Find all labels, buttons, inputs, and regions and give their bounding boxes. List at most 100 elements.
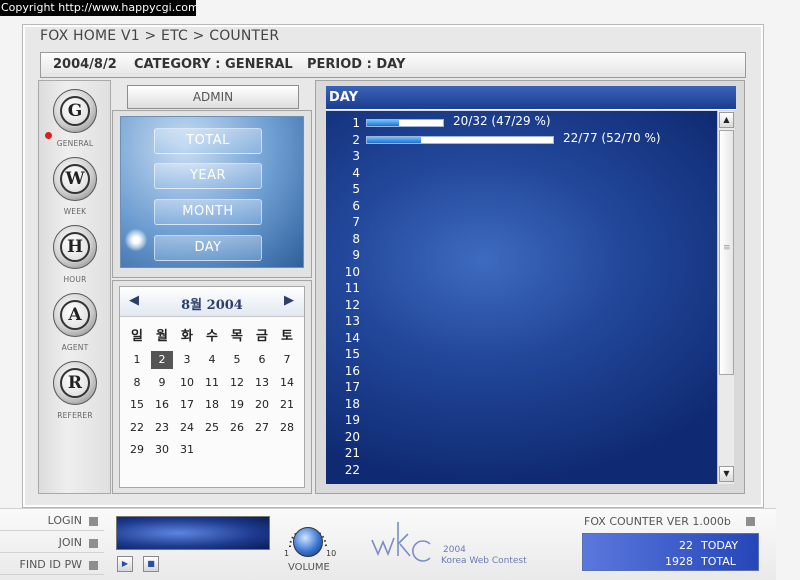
- period-label: PERIOD : DAY: [307, 57, 406, 72]
- calendar-day[interactable]: 8: [126, 374, 148, 392]
- day-row-number: 19: [344, 413, 360, 427]
- find-id-pw-label: FIND ID PW: [19, 558, 83, 571]
- today-label: TODAY: [701, 539, 739, 552]
- volume-label: VOLUME: [288, 562, 330, 573]
- calendar-day[interactable]: 13: [251, 374, 273, 392]
- calendar-day[interactable]: 5: [226, 351, 248, 369]
- calendar-day[interactable]: 6: [251, 351, 273, 369]
- period-month-button[interactable]: MONTH: [154, 199, 262, 225]
- agent-icon: A: [53, 293, 97, 337]
- calendar-day[interactable]: 28: [276, 419, 298, 437]
- grip-icon: ≡: [723, 243, 731, 253]
- calendar-day[interactable]: 9: [151, 374, 173, 392]
- counter-square-icon: [746, 517, 755, 526]
- calendar-weekday: 월: [156, 329, 168, 344]
- scroll-up-icon[interactable]: ▲: [719, 112, 734, 128]
- calendar-day[interactable]: 11: [201, 374, 223, 392]
- day-row-number: 6: [352, 198, 360, 213]
- nav-agent-label: AGENT: [61, 343, 89, 352]
- nav-hour-button[interactable]: H HOUR: [49, 225, 101, 284]
- referer-icon: R: [53, 361, 97, 405]
- day-chart-area: 1 2 3 4 5 6 7 8 9 10 11 12 13 14 15 16 17 18 19 20 21 22 20/32…: [326, 111, 717, 484]
- nav-referer-button[interactable]: R REFERER: [49, 361, 101, 420]
- day-row-number: 21: [344, 446, 360, 460]
- contest-year: 2004: [443, 545, 466, 555]
- today-count: 22: [679, 539, 693, 552]
- calendar-weekday: 금: [256, 329, 268, 344]
- calendar-day[interactable]: 29: [126, 441, 148, 459]
- date-label: 2004/8/2: [53, 57, 117, 72]
- calendar: ◀ 8월 2004 ▶ 일 월 화 수 목 금 토 1 2 3 4 5 6 7 8 9 10 11 12 13 14 15…: [119, 286, 305, 488]
- day-row-number: 14: [344, 330, 360, 345]
- volume-max-label: 10: [326, 549, 337, 558]
- calendar-day[interactable]: 7: [276, 351, 298, 369]
- calendar-day[interactable]: 22: [126, 419, 148, 437]
- selected-glow-icon: [125, 229, 147, 251]
- calendar-day[interactable]: 2: [151, 351, 173, 369]
- left-nav: G GENERAL W WEEK H HOUR A AGENT R REFERE…: [38, 80, 111, 494]
- day-bar: [366, 119, 444, 127]
- day-row-number: 9: [352, 248, 360, 262]
- join-square-icon: [89, 539, 98, 548]
- play-icon[interactable]: ▶: [117, 556, 133, 572]
- find-id-pw-link[interactable]: FIND ID PW: [0, 555, 104, 575]
- breadcrumb: FOX HOME V1 > ETC > COUNTER: [40, 28, 280, 44]
- calendar-day[interactable]: 12: [226, 374, 248, 392]
- period-year-button[interactable]: YEAR: [154, 163, 262, 189]
- calendar-header: ◀ 8월 2004 ▶: [120, 287, 304, 317]
- nav-week-button[interactable]: W WEEK: [49, 157, 101, 216]
- calendar-day[interactable]: 27: [251, 419, 273, 437]
- calendar-next-icon[interactable]: ▶: [284, 293, 294, 308]
- period-day-button[interactable]: DAY: [154, 235, 262, 261]
- day-row-number: 2: [352, 132, 360, 147]
- day-bar-fill: [367, 120, 399, 126]
- calendar-day[interactable]: 17: [176, 396, 198, 414]
- active-indicator-dot: [45, 132, 52, 139]
- calendar-day[interactable]: 4: [201, 351, 223, 369]
- calendar-day[interactable]: 30: [151, 441, 173, 459]
- scrollbar[interactable]: ▲ ≡ ▼: [717, 111, 734, 484]
- calendar-day[interactable]: 26: [226, 419, 248, 437]
- calendar-day[interactable]: 24: [176, 419, 198, 437]
- day-row-number: 10: [344, 264, 360, 279]
- scroll-down-icon[interactable]: ▼: [719, 466, 734, 482]
- join-link[interactable]: JOIN: [0, 533, 104, 553]
- calendar-day[interactable]: 21: [276, 396, 298, 414]
- calendar-weekday: 화: [181, 329, 193, 344]
- login-link[interactable]: LOGIN: [0, 511, 104, 531]
- day-row-number: 5: [352, 182, 360, 196]
- calendar-day[interactable]: 3: [176, 351, 198, 369]
- calendar-weekday: 토: [281, 329, 293, 344]
- day-row-number: 13: [344, 314, 360, 328]
- nav-general-button[interactable]: G GENERAL: [49, 89, 101, 148]
- calendar-day[interactable]: 16: [151, 396, 173, 414]
- calendar-day[interactable]: 20: [251, 396, 273, 414]
- scroll-thumb[interactable]: ≡: [719, 130, 734, 375]
- calendar-day[interactable]: 25: [201, 419, 223, 437]
- calendar-day[interactable]: 1: [126, 351, 148, 369]
- day-row-number: 12: [344, 297, 360, 312]
- calendar-panel: ◀ 8월 2004 ▶ 일 월 화 수 목 금 토 1 2 3 4 5 6 7 8 9 10 11 12 13 14 15…: [112, 280, 312, 494]
- period-total-button[interactable]: TOTAL: [154, 128, 262, 154]
- day-row-number: 20: [344, 429, 360, 444]
- nav-referer-label: REFERER: [57, 411, 93, 420]
- admin-button[interactable]: ADMIN: [127, 85, 299, 109]
- calendar-day[interactable]: 18: [201, 396, 223, 414]
- calendar-day[interactable]: 31: [176, 441, 198, 459]
- copyright-banner: Copyright http://www.happycgi.com: [0, 0, 196, 16]
- calendar-day[interactable]: 23: [151, 419, 173, 437]
- hour-icon: H: [53, 225, 97, 269]
- volume-min-label: 1: [284, 549, 290, 558]
- counter-display: 22 TODAY 1928 TOTAL: [582, 533, 759, 571]
- calendar-weekday: 목: [231, 329, 243, 344]
- calendar-day[interactable]: 10: [176, 374, 198, 392]
- day-row-number: 15: [344, 347, 360, 361]
- calendar-day[interactable]: 14: [276, 374, 298, 392]
- stop-icon[interactable]: ■: [143, 556, 159, 572]
- calendar-day[interactable]: 19: [226, 396, 248, 414]
- volume-knob[interactable]: [293, 527, 323, 557]
- calendar-day[interactable]: 15: [126, 396, 148, 414]
- nav-agent-button[interactable]: A AGENT: [49, 293, 101, 352]
- find-square-icon: [89, 561, 98, 570]
- nav-general-label: GENERAL: [56, 139, 94, 148]
